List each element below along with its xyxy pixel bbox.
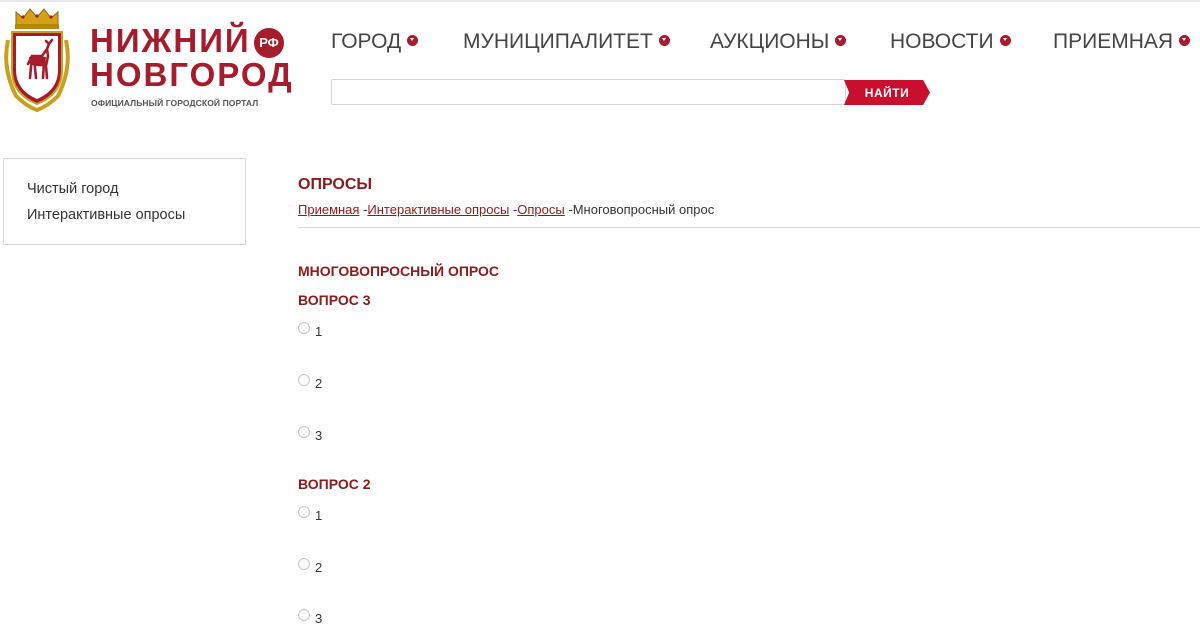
nav-item-municipalitet[interactable]: МУНИЦИПАЛИТЕТ — [463, 30, 670, 54]
option-label: 3 — [315, 610, 323, 626]
question-title: ВОПРОС 2 — [298, 476, 371, 492]
poll-option[interactable]: 3 — [298, 607, 323, 626]
nav-item-label: ПРИЕМНАЯ — [1053, 30, 1174, 53]
radio-button[interactable] — [298, 558, 310, 570]
nav-item-priemnaya[interactable]: ПРИЕМНАЯ — [1053, 30, 1191, 54]
poll-option[interactable]: 2 — [298, 556, 323, 575]
nav-item-label: ГОРОД — [331, 30, 402, 53]
option-label: 2 — [315, 375, 323, 391]
nav-item-label: МУНИЦИПАЛИТЕТ — [463, 30, 653, 53]
nav-item-gorod[interactable]: ГОРОД — [331, 30, 419, 54]
site-logo[interactable]: НИЖНИЙ НОВГОРОД РФ ОФИЦИАЛЬНЫЙ ГОРОДСКОЙ… — [2, 6, 292, 116]
poll-option[interactable]: 1 — [298, 320, 323, 339]
nav-item-auktsiony[interactable]: АУКЦИОНЫ — [710, 30, 847, 54]
option-label: 1 — [315, 323, 323, 339]
sidebar-item-clean-city[interactable]: Чистый город — [27, 181, 119, 197]
portal-tagline: ОФИЦИАЛЬНЫЙ ГОРОДСКОЙ ПОРТАЛ — [91, 98, 259, 108]
chevron-down-icon — [407, 34, 419, 46]
breadcrumb-link-polls[interactable]: Опросы — [517, 202, 564, 217]
breadcrumb-separator: - — [564, 202, 573, 217]
poll-option[interactable]: 1 — [298, 504, 323, 523]
breadcrumb-link-interactive-polls[interactable]: Интерактивные опросы — [367, 202, 509, 217]
breadcrumb-current: Многовопросный опрос — [572, 202, 715, 217]
poll-option[interactable]: 3 — [298, 424, 323, 443]
divider — [298, 227, 1200, 228]
sidebar: Чистый город Интерактивные опросы — [3, 158, 246, 245]
nav-item-novosti[interactable]: НОВОСТИ — [890, 30, 1011, 54]
main-nav: ГОРОД МУНИЦИПАЛИТЕТ АУКЦИОНЫ НОВОСТИ ПРИ… — [331, 30, 1200, 60]
radio-button[interactable] — [298, 609, 310, 621]
breadcrumb-link-priemnaya[interactable]: Приемная — [298, 202, 359, 217]
sidebar-item-interactive-polls[interactable]: Интерактивные опросы — [27, 207, 185, 223]
radio-button[interactable] — [298, 426, 310, 438]
search-button[interactable]: НАЙТИ — [844, 80, 930, 105]
chevron-down-icon — [1179, 34, 1191, 46]
chevron-down-icon — [658, 34, 670, 46]
poll-title: МНОГОВОПРОСНЫЙ ОПРОС — [298, 263, 500, 279]
option-label: 3 — [315, 427, 323, 443]
top-border — [0, 0, 1200, 2]
chevron-down-icon — [835, 34, 847, 46]
nav-item-label: НОВОСТИ — [890, 30, 994, 53]
option-label: 1 — [315, 507, 323, 523]
question-title: ВОПРОС 3 — [298, 292, 371, 308]
breadcrumb: Приемная -Интерактивные опросы -Опросы -… — [298, 202, 714, 217]
search-input[interactable] — [331, 79, 846, 105]
page-title: ОПРОСЫ — [298, 176, 373, 193]
rf-badge: РФ — [254, 28, 284, 58]
radio-button[interactable] — [298, 374, 310, 386]
radio-button[interactable] — [298, 322, 310, 334]
option-label: 2 — [315, 559, 323, 575]
poll-option[interactable]: 2 — [298, 372, 323, 391]
radio-button[interactable] — [298, 506, 310, 518]
coat-of-arms-icon — [4, 8, 70, 112]
nav-item-label: АУКЦИОНЫ — [710, 30, 830, 53]
brand-name-line1: НИЖНИЙ — [90, 22, 251, 59]
brand-name-line2: НОВГОРОД — [90, 56, 294, 93]
chevron-down-icon — [999, 34, 1011, 46]
